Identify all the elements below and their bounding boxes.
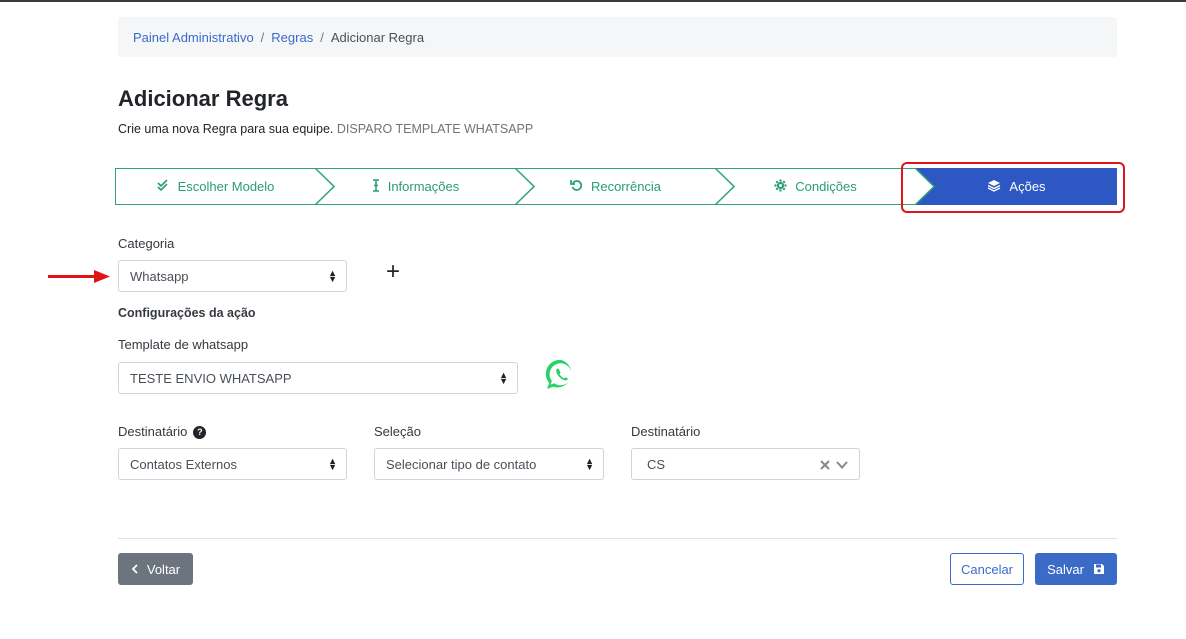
step-condicoes[interactable]: Condições xyxy=(715,167,935,205)
help-icon[interactable]: ? xyxy=(193,426,207,440)
chevron-left-icon xyxy=(131,564,138,574)
red-arrow-icon xyxy=(48,270,110,283)
destinatario-label: Destinatário xyxy=(118,424,188,439)
step-recorrencia[interactable]: Recorrência xyxy=(515,167,735,205)
breadcrumb: Painel Administrativo / Regras / Adicion… xyxy=(118,17,1117,57)
template-label: Template de whatsapp xyxy=(118,337,249,352)
chevron-down-icon[interactable] xyxy=(836,461,848,469)
sort-caret-icon: ▲ ▼ xyxy=(328,268,337,284)
breadcrumb-current: Adicionar Regra xyxy=(330,29,425,45)
top-border xyxy=(0,0,1186,2)
page-subtitle: Crie uma nova Regra para sua equipe. DIS… xyxy=(118,122,533,136)
page-title: Adicionar Regra xyxy=(118,86,288,111)
categoria-select[interactable]: Whatsapp ▲ ▼ xyxy=(118,260,347,292)
back-button[interactable]: Voltar xyxy=(118,553,193,585)
add-icon[interactable]: + xyxy=(386,260,400,284)
breadcrumb-separator: / xyxy=(260,29,265,45)
config-heading: Configurações da ação xyxy=(118,306,256,320)
step-label: Escolher Modelo xyxy=(177,179,275,194)
selecao-select[interactable]: Selecionar tipo de contato ▲ ▼ xyxy=(374,448,604,480)
categoria-value: Whatsapp xyxy=(130,268,189,284)
step-label: Condições xyxy=(795,179,857,194)
categoria-label: Categoria xyxy=(118,236,175,251)
save-label: Salvar xyxy=(1047,561,1084,577)
sort-caret-icon: ▲ ▼ xyxy=(585,456,594,472)
subtitle-tag: DISPARO TEMPLATE WHATSAPP xyxy=(336,122,534,136)
selecao-label: Seleção xyxy=(374,424,421,439)
breadcrumb-link-regras[interactable]: Regras xyxy=(271,30,313,45)
whatsapp-icon xyxy=(545,359,572,389)
text-cursor-icon xyxy=(372,178,380,195)
step-label: Informações xyxy=(387,179,460,194)
cancel-button[interactable]: Cancelar xyxy=(950,553,1024,585)
destinatario-value: Contatos Externos xyxy=(130,456,237,472)
sort-caret-icon: ▲ ▼ xyxy=(328,456,337,472)
step-informacoes[interactable]: Informações xyxy=(315,167,535,205)
undo-icon xyxy=(570,179,583,195)
template-select[interactable]: TESTE ENVIO WHATSAPP ▲ ▼ xyxy=(118,362,518,394)
save-button[interactable]: Salvar xyxy=(1035,553,1117,585)
floppy-disk-icon xyxy=(1093,564,1104,574)
subtitle-text: Crie uma nova Regra para sua equipe. xyxy=(118,122,334,136)
cancel-label: Cancelar xyxy=(960,561,1014,577)
gear-icon xyxy=(774,179,787,195)
destinatario-select[interactable]: Contatos Externos ▲ ▼ xyxy=(118,448,347,480)
destinatario-label-row: Destinatário? xyxy=(118,424,207,440)
breadcrumb-separator: / xyxy=(320,29,324,45)
sort-caret-icon: ▲ ▼ xyxy=(499,370,508,386)
divider xyxy=(118,538,1117,539)
double-check-icon xyxy=(157,179,170,194)
step-label: Recorrência xyxy=(590,179,662,194)
step-escolher-modelo[interactable]: Escolher Modelo xyxy=(115,167,335,205)
destinatario2-value: CS xyxy=(647,456,666,472)
breadcrumb-link-painel[interactable]: Painel Administrativo xyxy=(133,30,254,45)
destinatario2-select[interactable]: CS xyxy=(631,448,860,480)
template-value: TESTE ENVIO WHATSAPP xyxy=(130,370,292,386)
back-label: Voltar xyxy=(146,561,181,577)
clear-icon[interactable] xyxy=(820,460,830,470)
destinatario2-label: Destinatário xyxy=(631,424,701,439)
selecao-value: Selecionar tipo de contato xyxy=(386,456,537,472)
